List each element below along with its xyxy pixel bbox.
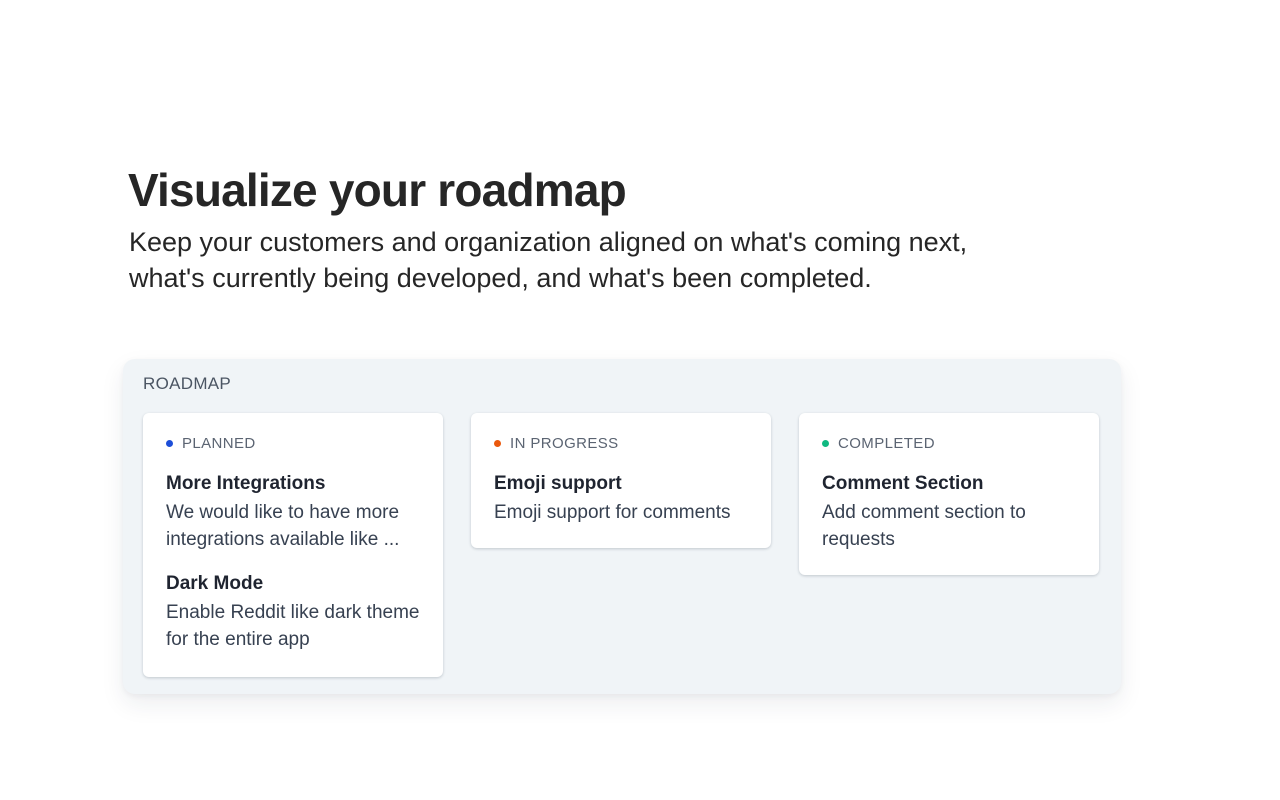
status-label: PLANNED [182, 434, 256, 452]
hero-title: Visualize your roadmap [128, 164, 627, 216]
hero-subtitle: Keep your customers and organization ali… [129, 227, 968, 293]
page: Visualize your roadmap Keep your custome… [0, 0, 1280, 800]
roadmap-item-description: Add comment section to requests [822, 502, 1026, 550]
status-header-in-progress: IN PROGRESS [494, 433, 749, 453]
status-header-completed: COMPLETED [822, 433, 1077, 453]
status-label: IN PROGRESS [510, 434, 619, 452]
roadmap-item[interactable]: Dark Mode Enable Reddit like dark theme … [166, 571, 421, 653]
roadmap-column-completed: COMPLETED Comment Section Add comment se… [799, 413, 1099, 575]
roadmap-column-in-progress: IN PROGRESS Emoji support Emoji support … [471, 413, 771, 548]
roadmap-item-title: Emoji support [494, 473, 622, 494]
roadmap-label: ROADMAP [143, 374, 232, 393]
status-header-planned: PLANNED [166, 433, 421, 453]
roadmap-item[interactable]: More Integrations We would like to have … [166, 471, 421, 553]
status-dot-icon [166, 439, 173, 447]
roadmap-item-title: Comment Section [822, 473, 984, 494]
roadmap-item[interactable]: Comment Section Add comment section to r… [822, 471, 1077, 553]
status-dot-icon [494, 439, 501, 447]
status-dot-icon [822, 439, 829, 447]
roadmap-item-title: Dark Mode [166, 573, 264, 594]
roadmap-item-description: Enable Reddit like dark theme for the en… [166, 602, 420, 650]
status-label: COMPLETED [838, 434, 935, 452]
roadmap-item-description: We would like to have more integrations … [166, 502, 400, 550]
roadmap-column-planned: PLANNED More Integrations We would like … [143, 413, 443, 677]
roadmap-item[interactable]: Emoji support Emoji support for comments [494, 471, 749, 526]
roadmap-item-description: Emoji support for comments [494, 502, 731, 523]
roadmap-item-title: More Integrations [166, 473, 326, 494]
roadmap-panel: ROADMAP PLANNED More Integrations We wou… [123, 359, 1121, 694]
